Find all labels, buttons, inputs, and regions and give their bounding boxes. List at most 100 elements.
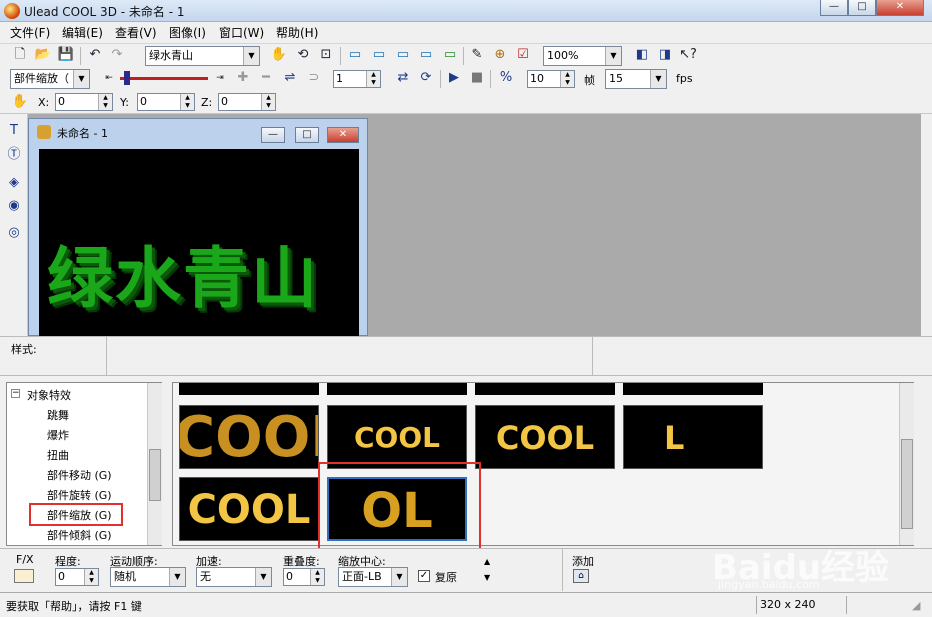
- zoom-combo[interactable]: 100% ▼: [543, 46, 622, 66]
- first-keyframe-icon[interactable]: ⇤: [100, 69, 118, 87]
- object-browser-icon[interactable]: ◧: [633, 46, 651, 64]
- timeline-slider[interactable]: [120, 77, 208, 80]
- stop-icon[interactable]: ■: [468, 69, 486, 87]
- easy-palette-icon[interactable]: ◨: [656, 46, 674, 64]
- doc-maximize-button[interactable]: □: [295, 127, 319, 143]
- last-keyframe-icon[interactable]: ⇥: [211, 69, 229, 87]
- object-manager-icon[interactable]: ◎: [5, 224, 23, 242]
- smoothness-icon[interactable]: %: [497, 69, 515, 87]
- tree-root[interactable]: 对象特效: [27, 387, 71, 403]
- open-folder-icon[interactable]: 📂: [34, 46, 52, 64]
- center-combo[interactable]: 正面-LB ▼: [338, 567, 408, 587]
- scroll-thumb[interactable]: [149, 449, 161, 501]
- maximize-button[interactable]: □: [848, 0, 876, 16]
- effect-thumb[interactable]: COOL: [179, 477, 319, 541]
- redo-icon[interactable]: ↷: [108, 46, 126, 64]
- insert-geometry-icon[interactable]: ◈: [5, 174, 23, 192]
- x-position-spinner[interactable]: 0 ▲ ▼: [55, 93, 113, 111]
- tree-item[interactable]: 部件移动 (G): [47, 467, 112, 483]
- thumb-partial[interactable]: [327, 383, 467, 395]
- swap-keyframe-icon[interactable]: ⇌: [281, 69, 299, 87]
- spin-arrows-icon[interactable]: ▲ ▼: [261, 94, 275, 110]
- tree-item[interactable]: 部件倾斜 (G): [47, 527, 112, 543]
- effect-thumb[interactable]: COOL: [327, 405, 467, 469]
- menu-file[interactable]: 文件(F): [10, 24, 50, 41]
- degree-spinner[interactable]: 0 ▲ ▼: [55, 568, 99, 586]
- render-canvas[interactable]: 绿水青山: [39, 149, 359, 337]
- resize-grip-icon[interactable]: ◢: [912, 599, 920, 612]
- rotate-object-icon[interactable]: ⟲: [294, 46, 312, 64]
- light-icon[interactable]: ✎: [468, 46, 486, 64]
- play-icon[interactable]: ▶: [445, 69, 463, 87]
- thumb-partial[interactable]: [623, 383, 763, 395]
- tree-item[interactable]: 部件旋转 (G): [47, 487, 112, 503]
- add-effect-icon[interactable]: ⌂: [573, 569, 589, 583]
- tree-item[interactable]: 扭曲: [47, 447, 69, 463]
- edit-text-icon[interactable]: Ⓣ: [5, 146, 23, 164]
- view-back-icon[interactable]: ▭: [417, 46, 435, 64]
- collapse-icon[interactable]: −: [11, 389, 20, 398]
- new-file-icon[interactable]: 🗋: [11, 46, 29, 64]
- add-keyframe-icon[interactable]: ✚: [234, 69, 252, 87]
- tree-scrollbar[interactable]: [147, 383, 162, 545]
- menu-image[interactable]: 图像(I): [169, 24, 206, 41]
- total-frames-spinner[interactable]: 10 ▲ ▼: [527, 70, 575, 88]
- accel-combo[interactable]: 无 ▼: [196, 567, 272, 587]
- view-side-icon[interactable]: ▭: [394, 46, 412, 64]
- restore-checkbox[interactable]: ✓: [418, 570, 430, 582]
- select-object-icon[interactable]: ⊡: [317, 46, 335, 64]
- tree-item[interactable]: 跳舞: [47, 407, 69, 423]
- effect-type-combo[interactable]: 部件缩放（ ▼: [10, 69, 90, 89]
- spin-arrows-icon[interactable]: ▲ ▼: [98, 94, 112, 110]
- menu-help[interactable]: 帮助(H): [276, 24, 318, 41]
- order-combo[interactable]: 随机 ▼: [110, 567, 186, 587]
- y-position-spinner[interactable]: 0 ▲ ▼: [137, 93, 195, 111]
- close-button[interactable]: ✕: [876, 0, 924, 16]
- select-all-icon[interactable]: ◉: [5, 197, 23, 215]
- effect-thumb[interactable]: L: [623, 405, 763, 469]
- gallery-scrollbar[interactable]: [899, 383, 914, 545]
- tree-item[interactable]: 爆炸: [47, 427, 69, 443]
- thumb-partial[interactable]: [475, 383, 615, 395]
- menu-view[interactable]: 查看(V): [115, 24, 157, 41]
- globe-icon[interactable]: ⊕: [491, 46, 509, 64]
- spin-arrows-icon[interactable]: ▲ ▼: [180, 94, 194, 110]
- reverse-icon[interactable]: ⊃: [305, 69, 323, 87]
- spin-arrows-icon[interactable]: ▲ ▼: [84, 569, 98, 585]
- move-object-icon[interactable]: ✋: [11, 93, 29, 111]
- remove-keyframe-icon[interactable]: ━: [257, 69, 275, 87]
- view-bottom-icon[interactable]: ▭: [441, 46, 459, 64]
- scroll-thumb[interactable]: [901, 439, 913, 529]
- text-object-combo[interactable]: 绿水青山 ▼: [145, 46, 260, 66]
- loop-icon[interactable]: ⇄: [394, 69, 412, 87]
- frame-number-spinner[interactable]: 1 ▲ ▼: [333, 70, 381, 88]
- spin-arrows-icon[interactable]: ▲ ▼: [366, 71, 380, 87]
- overlap-spinner[interactable]: 0 ▲ ▼: [283, 568, 325, 586]
- view-top-icon[interactable]: ▭: [370, 46, 388, 64]
- thumb-partial[interactable]: [179, 383, 319, 395]
- spin-arrows-icon[interactable]: ▲ ▼: [560, 71, 574, 87]
- doc-minimize-button[interactable]: —: [261, 127, 285, 143]
- view-front-icon[interactable]: ▭: [346, 46, 364, 64]
- ping-pong-icon[interactable]: ⟳: [417, 69, 435, 87]
- scroll-up-icon[interactable]: ▲: [484, 557, 490, 566]
- fx-toggle-icon[interactable]: [14, 569, 34, 583]
- effect-thumb[interactable]: COOL: [179, 405, 319, 469]
- fps-combo[interactable]: 15 ▼: [605, 69, 667, 89]
- edit-frame-icon[interactable]: ☑: [514, 46, 532, 64]
- undo-icon[interactable]: ↶: [86, 46, 104, 64]
- save-icon[interactable]: 💾: [57, 46, 75, 64]
- doc-close-button[interactable]: ✕: [327, 127, 359, 143]
- menu-window[interactable]: 窗口(W): [219, 24, 264, 41]
- spin-arrows-icon[interactable]: ▲ ▼: [310, 569, 324, 585]
- context-help-icon[interactable]: ↖?: [679, 46, 697, 64]
- timeline-thumb[interactable]: [124, 71, 130, 85]
- z-position-spinner[interactable]: 0 ▲ ▼: [218, 93, 276, 111]
- hand-icon[interactable]: ✋: [270, 46, 288, 64]
- scroll-down-icon[interactable]: ▼: [484, 573, 490, 582]
- 3d-text-object[interactable]: 绿水青山: [47, 225, 319, 321]
- minimize-button[interactable]: —: [820, 0, 848, 16]
- menu-edit[interactable]: 编辑(E): [62, 24, 103, 41]
- effect-thumb[interactable]: COOL: [475, 405, 615, 469]
- insert-text-icon[interactable]: T: [5, 122, 23, 140]
